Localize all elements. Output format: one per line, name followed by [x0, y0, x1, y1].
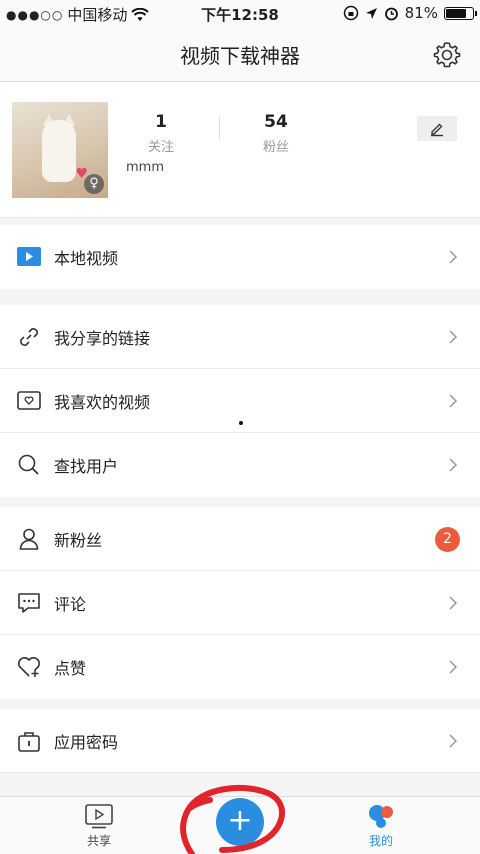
- menu-item-new-fans[interactable]: 新粉丝 2: [0, 507, 480, 571]
- notification-badge: 2: [435, 527, 460, 552]
- battery-icon: [444, 6, 477, 20]
- play-screen-icon: [85, 804, 113, 829]
- menu-item-label: 点赞: [54, 659, 87, 678]
- nav-bar: 视频下载神器: [0, 28, 480, 82]
- menu-item-label: 我分享的链接: [54, 329, 151, 348]
- stat-divider: [219, 116, 220, 140]
- avatar[interactable]: ♥ ♀: [12, 102, 108, 198]
- lock-icon: [18, 732, 40, 752]
- divider: [0, 772, 480, 773]
- menu-item-label: 我喜欢的视频: [54, 393, 151, 412]
- chevron-right-icon: [449, 596, 458, 610]
- rotation-lock-icon: [343, 5, 358, 21]
- female-icon: ♀: [84, 174, 104, 194]
- tab-bar: 共享 + 我的: [0, 796, 480, 854]
- edit-profile-button[interactable]: [417, 116, 457, 141]
- following-label: 关注: [147, 140, 174, 155]
- heart-tv-icon: [17, 391, 41, 410]
- menu-item-likes[interactable]: 点赞: [0, 635, 480, 699]
- pencil-icon: [431, 123, 443, 136]
- tab-share[interactable]: 共享: [69, 803, 129, 849]
- following-stat[interactable]: 1 关注: [106, 112, 216, 155]
- following-count: 1: [155, 112, 167, 132]
- chevron-right-icon: [449, 330, 458, 344]
- play-video-icon: [17, 247, 41, 266]
- alarm-icon: [384, 7, 398, 20]
- status-bar: ●●●○○ 中国移动 下午12:58 81%: [0, 0, 480, 28]
- chevron-right-icon: [449, 250, 458, 264]
- username: mmm: [126, 160, 164, 175]
- battery-percent: 81%: [404, 4, 438, 22]
- menu-item-label: 查找用户: [54, 457, 119, 476]
- fans-count: 54: [264, 112, 288, 132]
- menu-item-comments[interactable]: 评论: [0, 571, 480, 635]
- profile-header: ♥ ♀ 1 关注 54 粉丝 mmm: [0, 82, 480, 218]
- chevron-right-icon: [449, 458, 458, 472]
- avatar-cat: [42, 120, 76, 182]
- menu-item-label: 应用密码: [54, 733, 119, 752]
- tab-mine-label: 我的: [368, 834, 393, 848]
- link-icon: [20, 328, 38, 346]
- menu-item-local-videos[interactable]: 本地视频: [0, 225, 480, 289]
- chevron-right-icon: [449, 394, 458, 408]
- menu-item-label: 本地视频: [54, 249, 119, 268]
- menu-item-shared-links[interactable]: 我分享的链接: [0, 305, 480, 369]
- gear-icon[interactable]: [432, 40, 462, 70]
- menu-item-find-users[interactable]: 查找用户: [0, 433, 480, 497]
- fans-label: 粉丝: [262, 140, 289, 155]
- menu-item-label: 新粉丝: [54, 531, 103, 550]
- user-icon: [19, 528, 39, 550]
- chevron-right-icon: [449, 734, 458, 748]
- tab-share-label: 共享: [86, 834, 111, 848]
- comment-icon: [18, 593, 40, 613]
- add-button[interactable]: +: [216, 798, 264, 846]
- profile-tab-icon: [369, 805, 393, 828]
- chevron-right-icon: [449, 660, 458, 674]
- tab-mine[interactable]: 我的: [351, 803, 411, 849]
- search-icon: [18, 454, 39, 475]
- fans-stat[interactable]: 54 粉丝: [221, 112, 331, 155]
- like-icon: [18, 657, 40, 677]
- location-icon: [365, 7, 377, 19]
- menu-item-label: 评论: [54, 595, 87, 614]
- touch-indicator-dot: [239, 421, 243, 425]
- page-title: 视频下载神器: [180, 44, 300, 68]
- menu-item-app-password[interactable]: 应用密码: [0, 709, 480, 773]
